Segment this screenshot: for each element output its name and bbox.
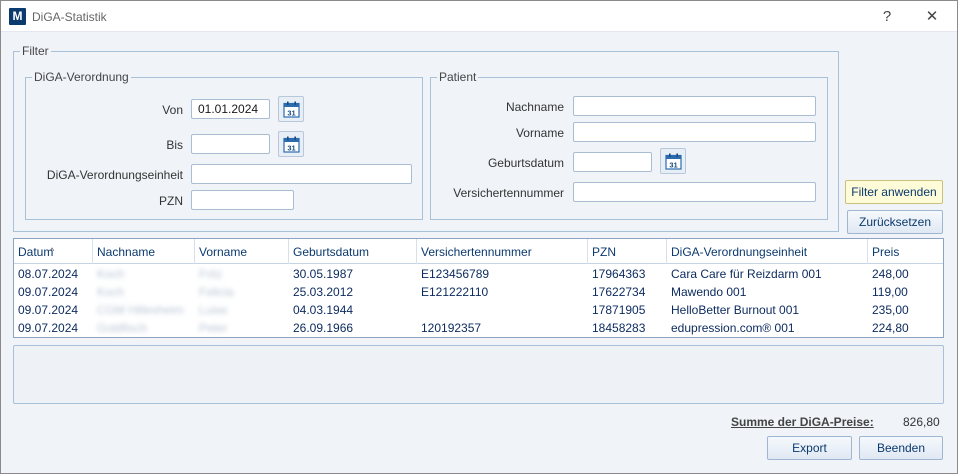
cell-preis: 119,00 — [872, 285, 908, 299]
einheit-label: DiGA-Verordnungseinheit — [46, 168, 183, 182]
table-row[interactable]: 09.07.2024 CGM Hillesheim Luise 04.03.19… — [14, 301, 943, 319]
cell-pzn: 17871905 — [592, 303, 646, 317]
column-header-pzn[interactable]: PZN — [588, 239, 667, 264]
table-row[interactable]: 09.07.2024 Goldfisch Peter 26.09.1966 12… — [14, 319, 943, 337]
filter-group-legend: Filter — [20, 44, 51, 58]
bis-label: Bis — [166, 138, 183, 152]
beenden-button[interactable]: Beenden — [859, 436, 943, 460]
table-row[interactable]: 09.07.2024 Koch Felicia 25.03.2012 E1212… — [14, 283, 943, 301]
verordnung-group-legend: DiGA-Verordnung — [32, 70, 131, 84]
column-label: Datum — [18, 245, 54, 259]
cell-vorname: Luise — [199, 303, 228, 317]
nachname-label: Nachname — [505, 100, 564, 114]
window-title: DiGA-Statistik — [32, 10, 107, 24]
calendar-icon: 31 — [283, 136, 300, 153]
calendar-icon: 31 — [283, 101, 300, 118]
calendar-icon: 31 — [665, 153, 682, 170]
column-header-preis[interactable]: Preis — [868, 239, 943, 264]
column-header-nachname[interactable]: Nachname — [93, 239, 195, 264]
calendar-day-text: 31 — [669, 160, 677, 169]
cell-datum: 08.07.2024 — [18, 267, 79, 281]
table-row[interactable]: 08.07.2024 Koch Fritz 30.05.1987 E123456… — [14, 265, 943, 283]
sum-value: 826,80 — [903, 415, 940, 429]
vorname-input[interactable] — [573, 122, 816, 142]
column-header-versichertennummer[interactable]: Versichertennummer — [417, 239, 588, 264]
cell-geburtsdatum: 25.03.2012 — [293, 285, 354, 299]
von-date-input[interactable] — [191, 99, 270, 119]
von-calendar-button[interactable]: 31 — [278, 96, 304, 122]
column-header-datum[interactable]: Datum ^ — [14, 239, 93, 264]
nachname-input[interactable] — [573, 96, 816, 116]
export-button[interactable]: Export — [767, 436, 852, 460]
cell-einheit: edupression.com® 001 — [671, 321, 795, 335]
cell-preis: 224,80 — [872, 321, 909, 335]
cell-nachname: Koch — [97, 267, 125, 281]
column-header-einheit[interactable]: DiGA-Verordnungseinheit — [667, 239, 868, 264]
cell-vorname: Felicia — [199, 285, 234, 299]
cell-versichertennummer: E121222110 — [421, 285, 489, 299]
cell-nachname: Koch — [97, 285, 125, 299]
results-table: Datum ^ Nachname Vorname Geburtsdatum Ve… — [13, 238, 944, 338]
cell-versichertennummer — [417, 301, 588, 319]
table-header: Datum ^ Nachname Vorname Geburtsdatum Ve… — [14, 239, 943, 264]
cell-vorname: Fritz — [199, 267, 223, 281]
bis-calendar-button[interactable]: 31 — [278, 131, 304, 157]
app-logo-icon: M — [9, 8, 26, 25]
reset-button[interactable]: Zurücksetzen — [847, 210, 943, 234]
cell-pzn: 17622734 — [592, 285, 646, 299]
versichertennummer-label: Versichertennummer — [453, 186, 564, 200]
close-window-button[interactable]: ✕ — [920, 6, 944, 28]
calendar-day-text: 31 — [287, 143, 295, 152]
filter-apply-button[interactable]: Filter anwenden — [845, 180, 943, 204]
cell-geburtsdatum: 04.03.1944 — [293, 303, 354, 317]
column-header-vorname[interactable]: Vorname — [195, 239, 289, 264]
sort-ascending-icon: ^ — [50, 246, 55, 256]
versichertennummer-input[interactable] — [573, 182, 816, 202]
cell-geburtsdatum: 30.05.1987 — [293, 267, 354, 281]
sum-label: Summe der DiGA-Preise: — [731, 415, 874, 429]
cell-vorname: Peter — [199, 321, 228, 335]
cell-versichertennummer: 120192357 — [421, 321, 482, 335]
cell-datum: 09.07.2024 — [18, 303, 79, 317]
cell-pzn: 17964363 — [592, 267, 646, 281]
cell-einheit: Cara Care für Reizdarm 001 — [671, 267, 822, 281]
title-bar: M DiGA-Statistik ? ✕ — [1, 1, 957, 32]
patient-group-legend: Patient — [437, 70, 479, 84]
geburtsdatum-label: Geburtsdatum — [487, 156, 564, 170]
bis-date-input[interactable] — [191, 134, 270, 154]
geburtsdatum-calendar-button[interactable]: 31 — [660, 148, 686, 174]
pzn-label: PZN — [159, 194, 183, 208]
cell-preis: 248,00 — [872, 267, 909, 281]
diga-statistik-window: M DiGA-Statistik ? ✕ Filter DiGA-Verordn… — [0, 0, 958, 474]
cell-einheit: HelloBetter Burnout 001 — [671, 303, 800, 317]
vorname-label: Vorname — [515, 126, 564, 140]
details-panel — [13, 345, 944, 404]
cell-pzn: 18458283 — [592, 321, 646, 335]
cell-einheit: Mawendo 001 — [671, 285, 747, 299]
help-button[interactable]: ? — [875, 6, 899, 28]
cell-nachname: Goldfisch — [97, 321, 148, 335]
von-label: Von — [162, 103, 183, 117]
column-header-geburtsdatum[interactable]: Geburtsdatum — [289, 239, 417, 264]
einheit-input[interactable] — [191, 164, 412, 184]
cell-versichertennummer: E123456789 — [421, 267, 490, 281]
cell-datum: 09.07.2024 — [18, 321, 79, 335]
cell-datum: 09.07.2024 — [18, 285, 79, 299]
cell-geburtsdatum: 26.09.1966 — [293, 321, 354, 335]
pzn-input[interactable] — [191, 190, 294, 210]
calendar-day-text: 31 — [287, 108, 295, 117]
geburtsdatum-input[interactable] — [573, 152, 652, 172]
cell-nachname: CGM Hillesheim — [97, 303, 184, 317]
cell-preis: 235,00 — [872, 303, 909, 317]
